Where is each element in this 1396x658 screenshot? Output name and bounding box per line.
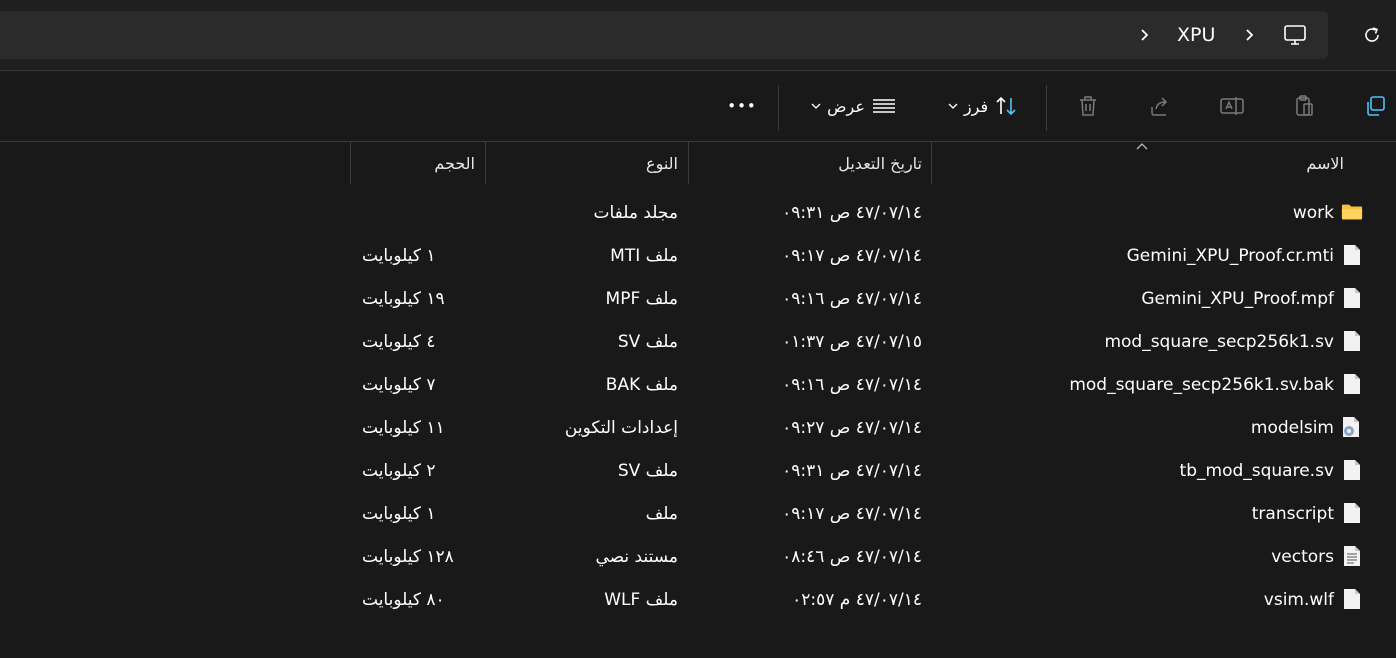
file-date: ٤٧/٠٧/١٤ ص ٠٨:٤٦ — [782, 546, 922, 567]
file-date: ٤٧/٠٧/١٤ م ٠٢:٥٧ — [792, 589, 922, 610]
table-row[interactable]: modelsim ٤٧/٠٧/١٤ ص ٠٩:٢٧ إعدادات التكوي… — [0, 406, 1396, 449]
address-field[interactable] — [0, 11, 1328, 59]
file-date: ٤٧/٠٧/١٤ ص ٠٩:٣١ — [782, 460, 922, 481]
file-name: mod_square_secp256k1.sv — [1104, 331, 1334, 352]
breadcrumb-xpu[interactable]: XPU — [1177, 11, 1215, 59]
column-divider[interactable] — [931, 142, 932, 184]
file-icon — [1341, 588, 1363, 610]
sort-icon — [996, 96, 1016, 116]
file-size: ٧ كيلوبايت — [362, 374, 436, 395]
table-row[interactable]: Gemini_XPU_Proof.mpf ٤٧/٠٧/١٤ ص ٠٩:١٦ مل… — [0, 277, 1396, 320]
command-bar: فرز عرض ••• — [0, 71, 1396, 142]
table-row[interactable]: work ٤٧/٠٧/١٤ ص ٠٩:٣١ مجلد ملفات — [0, 191, 1396, 234]
toolbar-divider — [1046, 85, 1047, 131]
file-type: ملف SV — [617, 331, 678, 352]
file-type: ملف SV — [617, 460, 678, 481]
chevron-right-icon[interactable] — [1138, 11, 1154, 59]
address-bar: XPU — [0, 0, 1396, 71]
file-date: ٤٧/٠٧/١٤ ص ٠٩:١٧ — [782, 245, 922, 266]
column-header-size[interactable]: الحجم — [434, 142, 475, 184]
column-header-type[interactable]: النوع — [646, 142, 678, 184]
column-header-row: الاسم تاريخ التعديل النوع الحجم — [0, 142, 1396, 184]
file-name: vectors — [1271, 546, 1334, 567]
file-name: mod_square_secp256k1.sv.bak — [1069, 374, 1334, 395]
file-size: ١١ كيلوبايت — [362, 417, 445, 438]
file-size: ١ كيلوبايت — [362, 503, 436, 524]
file-name: Gemini_XPU_Proof.cr.mti — [1126, 245, 1334, 266]
file-type: ملف WLF — [604, 589, 678, 610]
file-name: work — [1292, 202, 1334, 223]
file-name: transcript — [1251, 503, 1334, 524]
more-icon: ••• — [727, 97, 757, 115]
view-button[interactable]: عرض — [803, 91, 905, 121]
toolbar-divider — [778, 85, 779, 131]
delete-icon[interactable] — [1073, 91, 1103, 121]
table-row[interactable]: vsim.wlf ٤٧/٠٧/١٤ م ٠٢:٥٧ ملف WLF ٨٠ كيل… — [0, 578, 1396, 621]
config-file-icon — [1341, 416, 1363, 438]
file-size: ٤ كيلوبايت — [362, 331, 436, 352]
table-row[interactable]: transcript ٤٧/٠٧/١٤ ص ٠٩:١٧ ملف ١ كيلوبا… — [0, 492, 1396, 535]
folder-icon — [1341, 201, 1363, 223]
file-type: ملف BAK — [605, 374, 678, 395]
share-icon[interactable] — [1145, 91, 1175, 121]
file-size: ١٢٨ كيلوبايت — [362, 546, 454, 567]
file-icon — [1341, 502, 1363, 524]
file-date: ٤٧/٠٧/١٤ ص ٠٩:١٧ — [782, 503, 922, 524]
file-size: ١٩ كيلوبايت — [362, 288, 445, 309]
file-type: مجلد ملفات — [593, 202, 678, 223]
monitor-icon[interactable] — [1283, 11, 1309, 59]
file-size: ٨٠ كيلوبايت — [362, 589, 445, 610]
file-icon — [1341, 244, 1363, 266]
text-file-icon — [1341, 545, 1363, 567]
rename-icon[interactable] — [1217, 91, 1247, 121]
file-size: ١ كيلوبايت — [362, 245, 436, 266]
file-name: modelsim — [1250, 417, 1334, 438]
file-type: ملف MPF — [605, 288, 678, 309]
sort-ascending-icon — [1136, 143, 1148, 150]
file-date: ٤٧/٠٧/١٤ ص ٠٩:٢٧ — [782, 417, 922, 438]
chevron-down-icon — [948, 103, 958, 109]
column-header-date[interactable]: تاريخ التعديل — [838, 142, 922, 184]
copy-icon[interactable] — [1360, 91, 1390, 121]
file-date: ٤٧/٠٧/١٥ ص ٠١:٣٧ — [782, 331, 922, 352]
file-type: إعدادات التكوين — [564, 417, 678, 438]
file-icon — [1341, 459, 1363, 481]
list-view-icon — [872, 99, 895, 113]
file-type: مستند نصي — [595, 546, 678, 567]
file-size: ٢ كيلوبايت — [362, 460, 436, 481]
sort-label: فرز — [963, 96, 989, 116]
chevron-right-icon[interactable] — [1243, 11, 1259, 59]
paste-icon[interactable] — [1289, 91, 1319, 121]
file-date: ٤٧/٠٧/١٤ ص ٠٩:١٦ — [782, 374, 922, 395]
table-row[interactable]: mod_square_secp256k1.sv.bak ٤٧/٠٧/١٤ ص ٠… — [0, 363, 1396, 406]
sort-button[interactable]: فرز — [941, 91, 1025, 121]
file-icon — [1341, 373, 1363, 395]
file-icon — [1341, 330, 1363, 352]
table-row[interactable]: mod_square_secp256k1.sv ٤٧/٠٧/١٥ ص ٠١:٣٧… — [0, 320, 1396, 363]
table-row[interactable]: tb_mod_square.sv ٤٧/٠٧/١٤ ص ٠٩:٣١ ملف SV… — [0, 449, 1396, 492]
column-divider[interactable] — [485, 142, 486, 184]
refresh-icon[interactable] — [1357, 20, 1387, 50]
more-options-button[interactable]: ••• — [724, 91, 760, 121]
file-name: tb_mod_square.sv — [1179, 460, 1334, 481]
file-date: ٤٧/٠٧/١٤ ص ٠٩:١٦ — [782, 288, 922, 309]
column-divider[interactable] — [688, 142, 689, 184]
file-name: vsim.wlf — [1263, 589, 1334, 610]
file-type: ملف MTI — [610, 245, 678, 266]
breadcrumb-label: XPU — [1177, 24, 1216, 46]
view-label: عرض — [827, 96, 865, 116]
chevron-down-icon — [811, 103, 821, 109]
file-date: ٤٧/٠٧/١٤ ص ٠٩:٣١ — [782, 202, 922, 223]
column-divider[interactable] — [350, 142, 351, 184]
table-row[interactable]: vectors ٤٧/٠٧/١٤ ص ٠٨:٤٦ مستند نصي ١٢٨ ك… — [0, 535, 1396, 578]
file-name: Gemini_XPU_Proof.mpf — [1141, 288, 1334, 309]
table-row[interactable]: Gemini_XPU_Proof.cr.mti ٤٧/٠٧/١٤ ص ٠٩:١٧… — [0, 234, 1396, 277]
file-type: ملف — [645, 503, 678, 524]
column-header-name[interactable]: الاسم — [1306, 142, 1344, 184]
file-icon — [1341, 287, 1363, 309]
